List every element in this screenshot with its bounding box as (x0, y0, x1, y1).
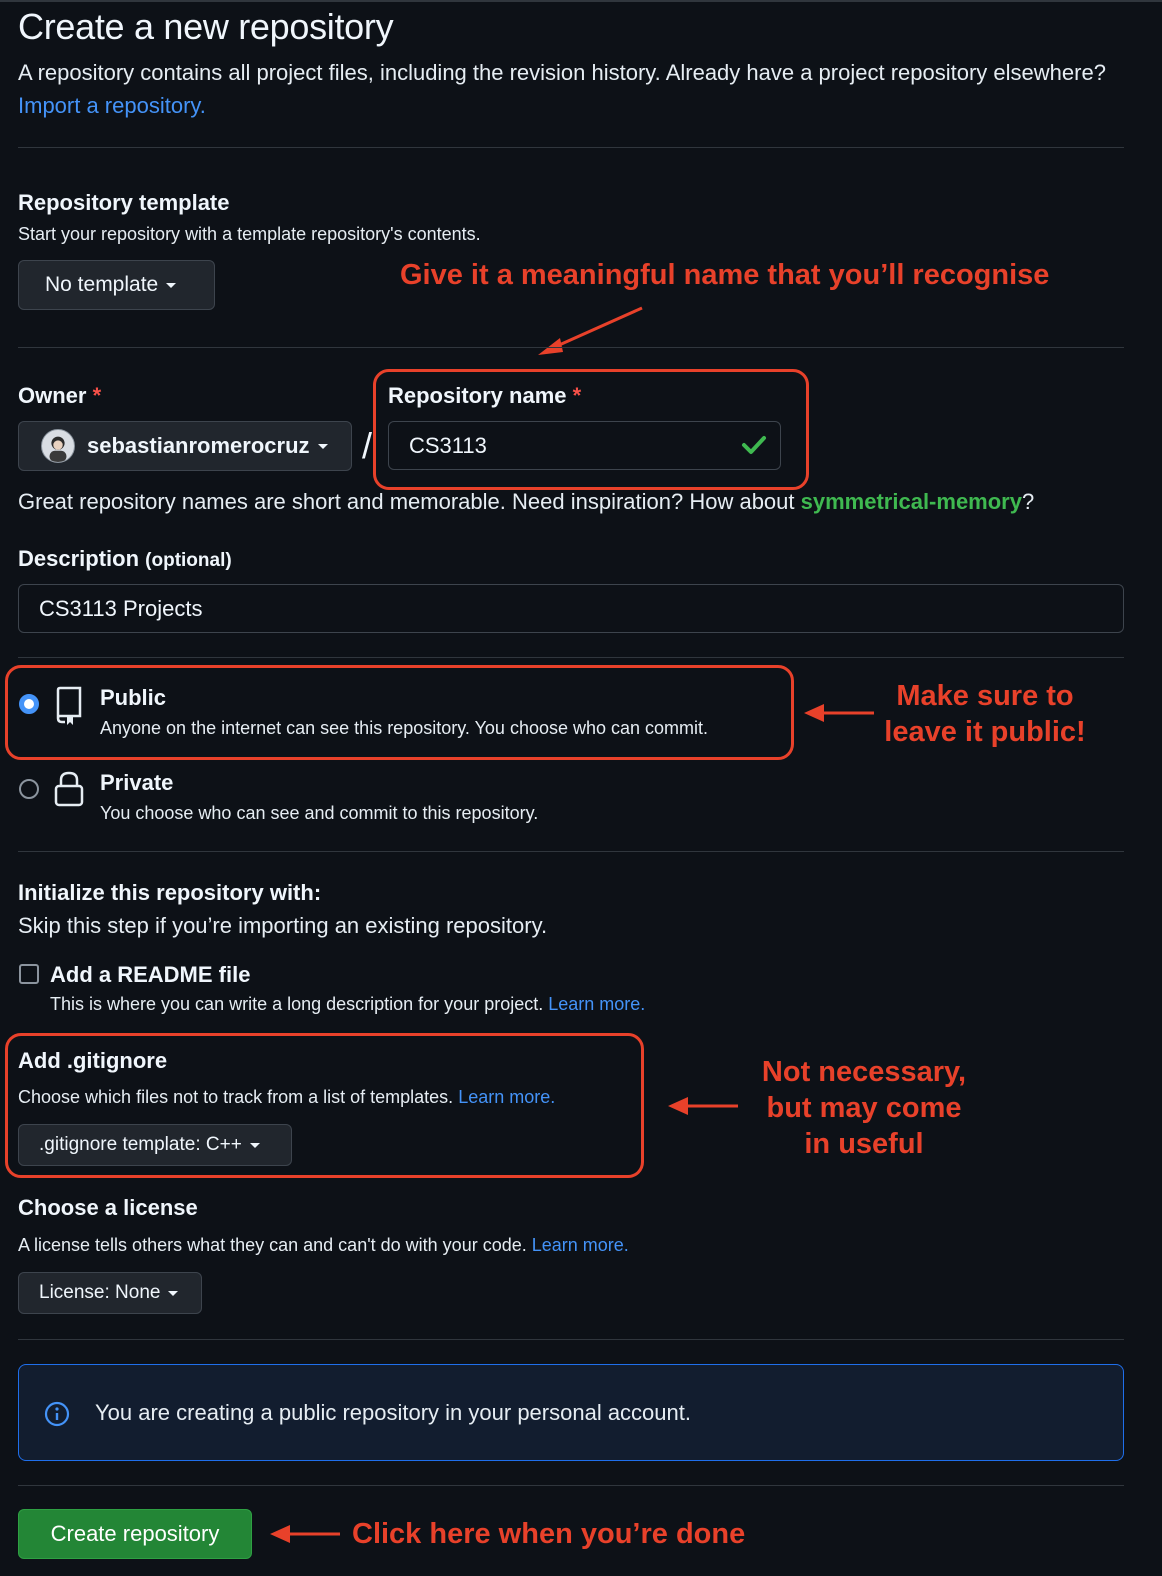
owner-separator: / (362, 425, 373, 466)
license-sub: A license tells others what they can and… (18, 1235, 629, 1255)
chevron-down-icon (166, 282, 177, 288)
template-dropdown-label: No template (45, 273, 159, 296)
annotation-arrow-icon (668, 1097, 738, 1115)
description-value: CS3113 Projects (39, 595, 203, 621)
template-dropdown[interactable]: No template (18, 260, 215, 310)
description-label: Description (optional) (18, 546, 232, 571)
import-repository-link[interactable]: Import a repository. (18, 93, 206, 118)
annotation-gitignore-box (5, 1033, 644, 1178)
license-dropdown[interactable]: License: None (18, 1272, 202, 1314)
readme-label: Add a README file (50, 962, 251, 987)
lead-text: A repository contains all project files,… (18, 60, 1106, 85)
annotation-create-hint: Click here when you’re done (352, 1518, 746, 1550)
name-suggestion[interactable]: symmetrical-memory (801, 489, 1022, 514)
annotation-repo-name-box (373, 369, 809, 490)
owner-label: Owner * (18, 383, 102, 408)
divider (18, 347, 1124, 348)
info-icon (44, 1401, 70, 1427)
license-learn-more-link[interactable]: Learn more. (532, 1235, 629, 1255)
annotation-public-box (5, 665, 794, 760)
avatar (41, 429, 75, 463)
readme-sub: This is where you can write a long descr… (50, 994, 646, 1014)
annotation-public-hint: Make sure to leave it public! (884, 680, 1086, 748)
initialize-sub: Skip this step if you’re importing an ex… (18, 913, 548, 938)
page-lead: A repository contains all project files,… (18, 56, 1118, 122)
divider (18, 851, 1124, 852)
template-sub: Start your repository with a template re… (18, 224, 481, 244)
divider (18, 657, 1124, 658)
chevron-down-icon (317, 443, 328, 449)
top-divider (0, 0, 1162, 2)
owner-dropdown[interactable]: sebastianromerocruz (18, 421, 352, 471)
description-input[interactable]: CS3113 Projects (18, 584, 1124, 633)
private-radio[interactable] (19, 779, 39, 799)
info-banner: You are creating a public repository in … (18, 1364, 1124, 1461)
owner-name: sebastianromerocruz (87, 433, 310, 458)
repo-name-hint: Great repository names are short and mem… (18, 489, 1035, 514)
private-label: Private (100, 770, 174, 795)
private-sub: You choose who can see and commit to thi… (100, 803, 539, 823)
lock-icon (54, 771, 84, 807)
readme-learn-more-link[interactable]: Learn more. (548, 994, 645, 1014)
annotation-name-hint: Give it a meaningful name that you’ll re… (400, 259, 1050, 291)
divider (18, 1485, 1124, 1486)
annotation-gitignore-hint: Not necessary, but may come in useful (761, 1056, 967, 1160)
chevron-down-icon (168, 1290, 179, 1296)
license-dropdown-label: License: None (39, 1282, 161, 1303)
readme-checkbox[interactable] (19, 964, 39, 984)
initialize-label: Initialize this repository with: (18, 880, 322, 905)
license-label: Choose a license (18, 1195, 198, 1220)
annotation-arrow-icon (804, 704, 874, 722)
create-repository-button[interactable]: Create repository (18, 1509, 252, 1559)
page-title: Create a new repository (18, 6, 394, 47)
info-banner-text: You are creating a public repository in … (95, 1400, 691, 1425)
template-label: Repository template (18, 190, 230, 215)
divider (18, 147, 1124, 148)
annotation-arrow-icon (538, 306, 643, 355)
divider (18, 1339, 1124, 1340)
annotation-arrow-icon (270, 1525, 340, 1543)
